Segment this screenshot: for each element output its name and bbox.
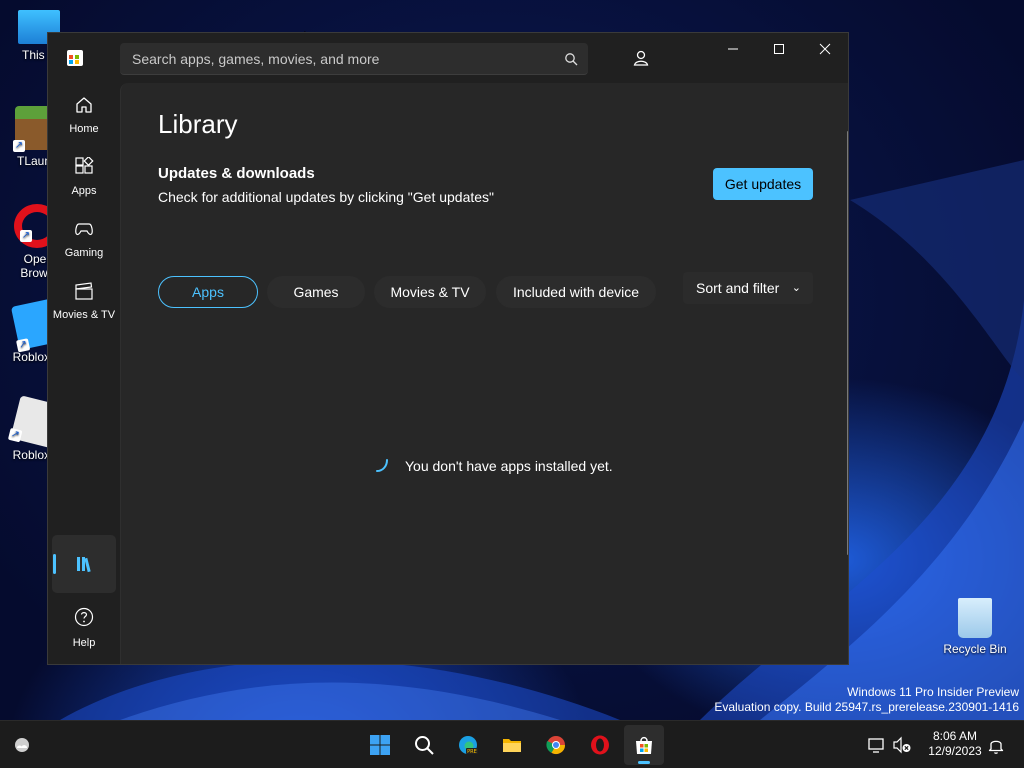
nav-item-home[interactable]: Home — [52, 87, 116, 143]
page-title: Library — [158, 109, 238, 139]
desktop-icon-label: Recycle Bin — [943, 642, 1007, 656]
filter-movies-tv[interactable]: Movies & TV — [374, 276, 486, 308]
chevron-down-icon: ⌄ — [791, 282, 801, 294]
account-icon[interactable] — [630, 47, 652, 69]
nav-item-gaming[interactable]: Gaming — [52, 211, 116, 267]
filter-included-with-device[interactable]: Included with device — [496, 276, 656, 308]
volume-muted-icon — [893, 736, 911, 754]
widgets-button[interactable] — [2, 725, 42, 765]
volume-button[interactable] — [882, 725, 918, 765]
windows-watermark: Windows 11 Pro Insider Preview Evaluatio… — [714, 685, 1019, 715]
library-icon — [77, 557, 91, 573]
recycle-bin-icon — [958, 598, 992, 638]
taskbar-store-button[interactable] — [624, 725, 664, 765]
folder-icon — [503, 739, 521, 752]
help-icon — [74, 607, 94, 627]
maximize-icon — [774, 44, 784, 54]
search-box[interactable] — [120, 43, 588, 75]
sort-filter-label: Sort and filter — [696, 280, 780, 296]
get-updates-button[interactable]: Get updates — [713, 168, 813, 200]
updates-heading: Updates & downloads — [158, 165, 315, 182]
edge-icon: PRE — [459, 736, 478, 755]
taskbar-opera-button[interactable] — [580, 725, 620, 765]
nav-item-library[interactable] — [52, 535, 116, 593]
loading-spinner-icon — [376, 459, 388, 472]
taskbar-file-explorer-button[interactable] — [492, 725, 532, 765]
shortcut-arrow-icon: ↗ — [20, 230, 32, 242]
taskbar-edge-button[interactable]: PRE — [448, 725, 488, 765]
shortcut-arrow-icon: ↗ — [7, 427, 23, 443]
store-logo-icon — [67, 50, 83, 66]
svg-text:PRE: PRE — [467, 749, 477, 755]
minimize-icon — [728, 48, 738, 50]
search-input[interactable] — [130, 43, 554, 75]
bell-icon — [988, 740, 1004, 754]
nav-label: Help — [72, 637, 96, 649]
filter-games[interactable]: Games — [267, 276, 365, 308]
start-button[interactable] — [360, 725, 400, 765]
windows-logo-icon — [370, 735, 390, 755]
filter-apps[interactable]: Apps — [158, 276, 258, 308]
clapperboard-icon — [75, 282, 93, 300]
opera-icon — [591, 735, 609, 755]
maximize-button[interactable] — [756, 33, 802, 65]
gamepad-icon — [75, 223, 93, 236]
close-icon — [819, 43, 831, 55]
empty-library-message: You don't have apps installed yet. — [405, 458, 613, 474]
microsoft-store-window: Home Apps Gaming Movies & TV — [47, 32, 849, 665]
shortcut-arrow-icon: ↗ — [13, 140, 25, 152]
taskbar-chrome-button[interactable] — [536, 725, 576, 765]
navigation-rail: Home Apps Gaming Movies & TV Help — [48, 83, 120, 664]
search-icon — [415, 736, 434, 755]
apps-icon — [75, 157, 94, 174]
nav-item-apps[interactable]: Apps — [52, 149, 116, 205]
desktop-icon-recycle-bin[interactable]: Recycle Bin — [938, 598, 1012, 656]
microsoft-store-icon — [636, 736, 652, 754]
nav-label: Gaming — [64, 247, 104, 259]
scrollbar[interactable] — [847, 131, 848, 555]
minimize-button[interactable] — [710, 33, 756, 65]
shortcut-arrow-icon: ↗ — [16, 338, 31, 353]
running-indicator — [638, 761, 650, 764]
library-page: Library Updates & downloads Check for ad… — [120, 83, 848, 664]
chrome-icon — [546, 736, 565, 755]
nav-label: Movies & TV — [52, 309, 116, 321]
nav-label: Home — [69, 123, 99, 135]
nav-item-movies-tv[interactable]: Movies & TV — [52, 273, 116, 329]
nav-item-help[interactable]: Help — [52, 601, 116, 657]
watermark-edition: Windows 11 Pro Insider Preview — [847, 685, 1019, 699]
home-icon — [76, 97, 92, 113]
nav-label: Apps — [71, 185, 97, 197]
taskbar: PRE 8:06 AM 12/9/2023 — [0, 720, 1024, 768]
weather-cloud-icon — [15, 738, 29, 752]
selection-indicator — [53, 554, 56, 574]
watermark-build: Evaluation copy. Build 25947.rs_prerelea… — [714, 700, 1019, 714]
close-button[interactable] — [802, 33, 848, 65]
notifications-button[interactable] — [976, 725, 1016, 765]
search-icon[interactable] — [564, 52, 578, 66]
title-bar[interactable] — [48, 33, 848, 83]
updates-description: Check for additional updates by clicking… — [158, 189, 495, 205]
taskbar-search-button[interactable] — [404, 725, 444, 765]
sort-and-filter-dropdown[interactable]: Sort and filter ⌄ — [683, 272, 813, 304]
